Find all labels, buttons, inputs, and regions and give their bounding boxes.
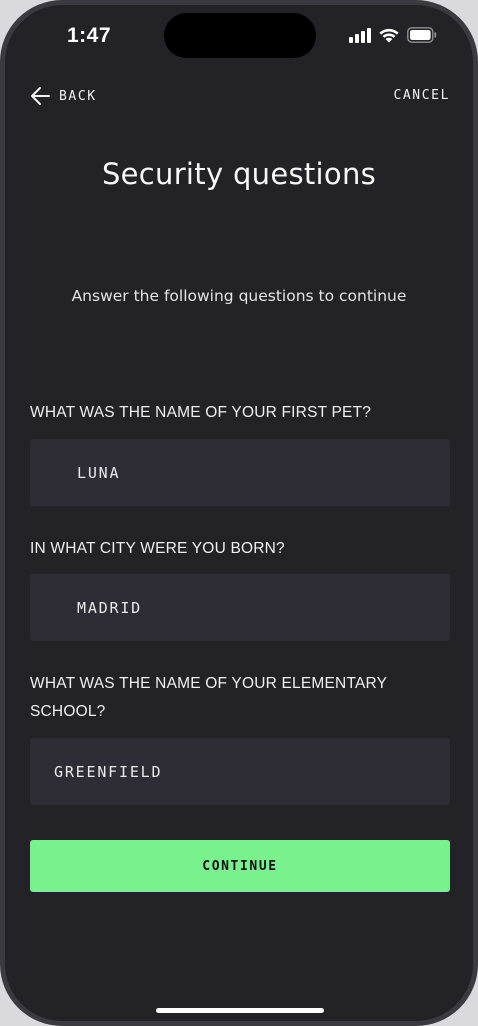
question-label-elementary-school: WHAT WAS THE NAME OF YOUR ELEMENTARY SCH… <box>30 675 387 720</box>
arrow-left-icon <box>31 87 50 105</box>
battery-icon <box>407 27 437 43</box>
wifi-icon <box>379 28 399 43</box>
cancel-button[interactable]: CANCEL <box>393 88 450 103</box>
back-button[interactable]: BACK <box>29 85 97 107</box>
back-label: BACK <box>59 88 97 104</box>
answer-field-first-pet[interactable] <box>30 439 450 506</box>
dynamic-island <box>164 13 316 58</box>
page-subtitle: Answer the following questions to contin… <box>71 287 407 305</box>
app-screen: 1:47 BACK CANCEL Security questions Answ… <box>5 5 473 1021</box>
question-label-first-pet: WHAT WAS THE NAME OF YOUR FIRST PET? <box>30 404 372 421</box>
home-indicator[interactable] <box>156 1008 324 1013</box>
status-time: 1:47 <box>67 24 112 47</box>
status-icons <box>349 27 437 43</box>
continue-button[interactable]: CONTINUE <box>30 840 450 892</box>
page-title: Security questions <box>101 157 377 191</box>
answer-field-elementary-school[interactable] <box>30 738 450 805</box>
question-label-birth-city: IN WHAT CITY WERE YOU BORN? <box>30 540 285 557</box>
phone-frame: 1:47 BACK CANCEL Security questions Answ… <box>0 0 478 1026</box>
answer-field-birth-city[interactable] <box>30 574 450 641</box>
cellular-signal-icon <box>349 27 371 43</box>
